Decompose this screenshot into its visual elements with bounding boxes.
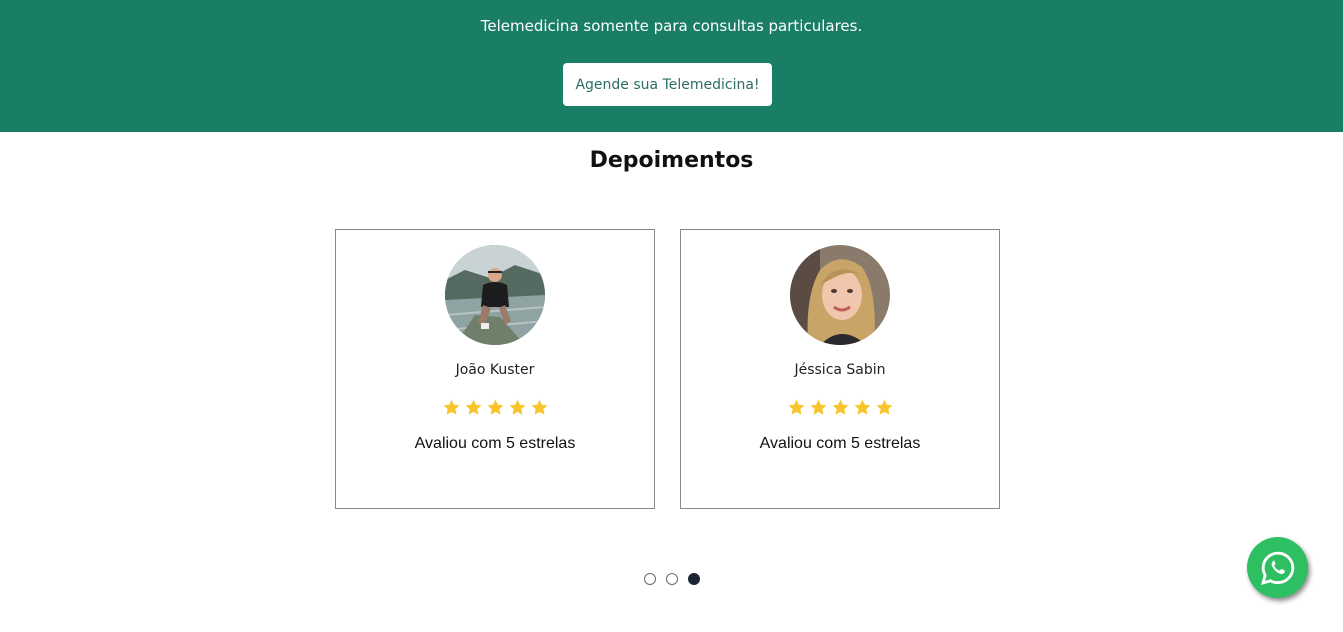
carousel-dot-3[interactable] [687, 573, 700, 585]
star-icon [509, 399, 525, 415]
carousel-dot-1[interactable] [643, 573, 656, 585]
star-icon [854, 399, 870, 415]
whatsapp-icon [1260, 551, 1294, 585]
star-icon [788, 399, 804, 415]
person-name: Jéssica Sabin [794, 362, 886, 378]
avatar [445, 245, 545, 345]
carousel-pagination [0, 573, 1343, 585]
rating-text: Avaliou com 5 estrelas [414, 435, 576, 452]
testimonial-card: Jéssica Sabin Avaliou com 5 estrelas [680, 229, 1000, 509]
star-rating [681, 398, 999, 417]
star-icon [810, 399, 826, 415]
star-icon [531, 399, 547, 415]
star-rating [336, 398, 654, 417]
schedule-telemedicine-button[interactable]: Agende sua Telemedicina! [563, 63, 772, 106]
carousel-dot-2[interactable] [665, 573, 678, 585]
star-icon [465, 399, 481, 415]
star-icon [876, 399, 892, 415]
rating-text: Avaliou com 5 estrelas [759, 435, 921, 452]
star-icon [443, 399, 459, 415]
telemedicine-banner: Telemedicina somente para consultas part… [0, 0, 1343, 132]
photo-woman-avatar [790, 245, 890, 345]
banner-text: Telemedicina somente para consultas part… [480, 17, 863, 35]
star-icon [832, 399, 848, 415]
person-name: João Kuster [455, 362, 535, 378]
testimonial-card: João Kuster Avaliou com 5 estrelas [335, 229, 655, 509]
section-title: Depoimentos [589, 148, 754, 173]
whatsapp-button[interactable] [1247, 537, 1308, 598]
avatar [790, 245, 890, 345]
star-icon [487, 399, 503, 415]
photo-man-avatar [445, 245, 545, 345]
